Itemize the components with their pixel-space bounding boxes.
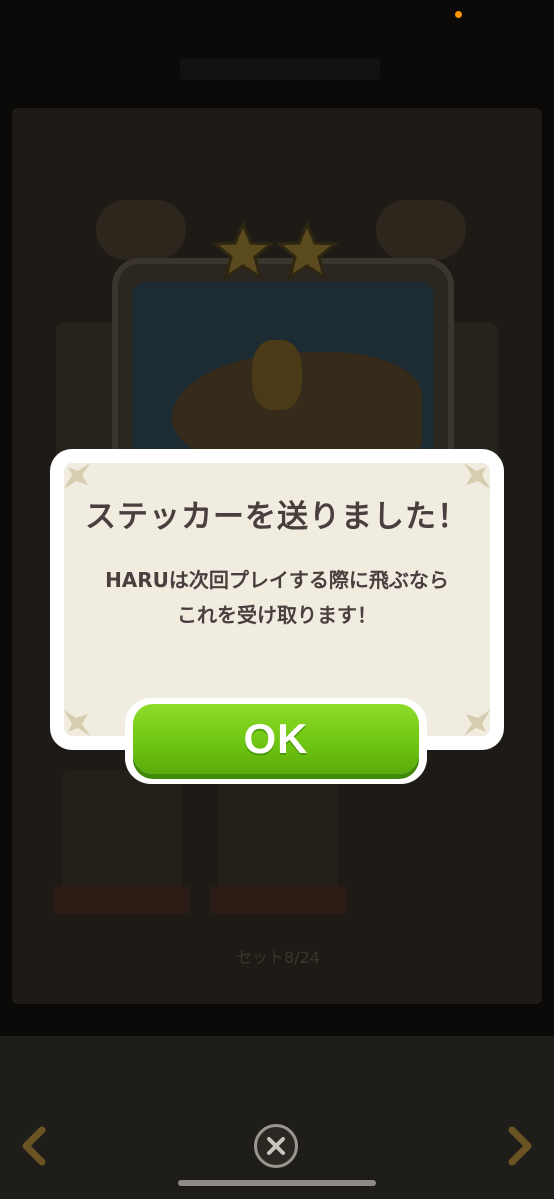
background-character bbox=[252, 340, 302, 410]
background-sticker-thumb bbox=[218, 770, 338, 900]
ok-button[interactable]: OK bbox=[133, 704, 419, 774]
background-emblem-right bbox=[376, 200, 466, 260]
dialog-message: HARUは次回プレイする際に飛ぶなら これを受け取ります！ bbox=[50, 563, 504, 633]
ok-button-label: OK bbox=[243, 715, 309, 762]
background-sticker-thumb bbox=[62, 770, 182, 900]
background-emblem-left bbox=[96, 200, 186, 260]
corner-ornament-icon bbox=[464, 710, 490, 736]
home-indicator bbox=[178, 1180, 376, 1186]
background-header bbox=[180, 58, 380, 80]
star-icon bbox=[212, 220, 274, 281]
ok-button-frame: OK bbox=[125, 698, 427, 784]
dialog-message-line: これを受け取ります！ bbox=[177, 603, 377, 627]
close-button[interactable] bbox=[254, 1124, 298, 1168]
dialog-title: ステッカーを送りました！ bbox=[85, 499, 469, 535]
close-icon bbox=[267, 1137, 285, 1155]
background-thumb-label bbox=[210, 886, 346, 914]
dialog-message-line: HARUは次回プレイする際に飛ぶなら bbox=[105, 568, 449, 592]
chevron-left-icon[interactable] bbox=[18, 1126, 48, 1166]
background-thumb-label bbox=[54, 886, 190, 914]
bottom-navigation-bar bbox=[0, 1036, 554, 1199]
chevron-right-icon[interactable] bbox=[506, 1126, 536, 1166]
corner-ornament-icon bbox=[64, 463, 90, 489]
corner-ornament-icon bbox=[64, 710, 90, 736]
star-icon bbox=[276, 220, 338, 281]
corner-ornament-icon bbox=[464, 463, 490, 489]
status-indicator-dot bbox=[455, 11, 462, 18]
star-rating bbox=[212, 220, 342, 281]
set-counter-label: セット8/24 bbox=[236, 948, 320, 967]
